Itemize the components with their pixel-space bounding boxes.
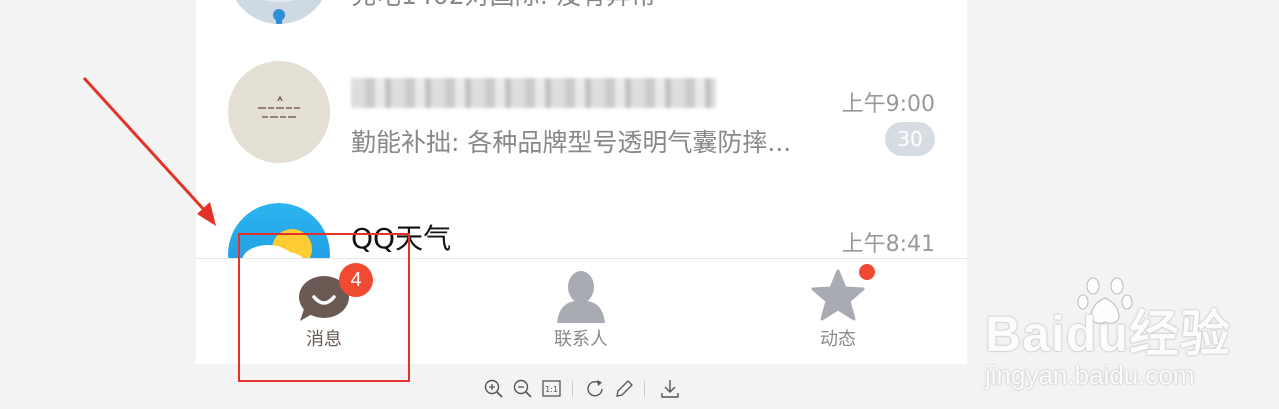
avatar	[228, 0, 330, 24]
zoom-out-icon[interactable]	[511, 376, 535, 402]
toolbar-divider	[644, 381, 645, 397]
baidu-jingyan-watermark: Baidu经验 jingyan.baidu.com	[980, 270, 1250, 400]
new-activity-dot	[859, 264, 875, 280]
tab-label: 动态	[820, 329, 856, 350]
unread-count-badge: 30	[885, 122, 935, 156]
actual-size-label: 1:1	[545, 385, 558, 394]
watermark-brand: Baidu经验	[985, 306, 1231, 362]
toolbar-divider	[572, 381, 573, 397]
conversation-time: 上午8:41	[841, 232, 935, 257]
avatar	[228, 61, 330, 163]
tab-contacts[interactable]: 联系人	[501, 259, 661, 364]
screenshot-page: 充电1402对国际: 没有异常 上午9:00 勤能补拙:	[0, 0, 1279, 409]
actual-size-icon[interactable]: 1:1	[540, 376, 564, 402]
blurred-contact-name	[351, 78, 716, 108]
tab-feed[interactable]: 动态	[758, 259, 918, 364]
annotation-highlight-box	[238, 233, 410, 382]
conversation-time: 上午9:00	[841, 92, 935, 117]
download-icon[interactable]	[658, 376, 682, 402]
conversation-item[interactable]: 上午9:00 勤能补拙: 各种品牌型号透明气囊防摔... 30	[196, 60, 967, 180]
conversation-preview: 勤能补拙: 各种品牌型号透明气囊防摔...	[351, 128, 792, 157]
person-icon	[557, 271, 605, 323]
tab-label: 联系人	[554, 329, 608, 350]
watermark-url: jingyan.baidu.com	[985, 360, 1195, 390]
conversation-item[interactable]: 充电1402对国际: 没有异常	[196, 0, 967, 60]
conversation-list[interactable]: 充电1402对国际: 没有异常 上午9:00 勤能补拙:	[196, 0, 967, 258]
conversation-preview: 充电1402对国际: 没有异常	[351, 0, 656, 12]
image-viewer-toolbar: 1:1	[480, 376, 690, 402]
zoom-in-icon[interactable]	[482, 376, 506, 402]
rotate-icon[interactable]	[584, 376, 608, 402]
edit-icon[interactable]	[612, 376, 636, 402]
